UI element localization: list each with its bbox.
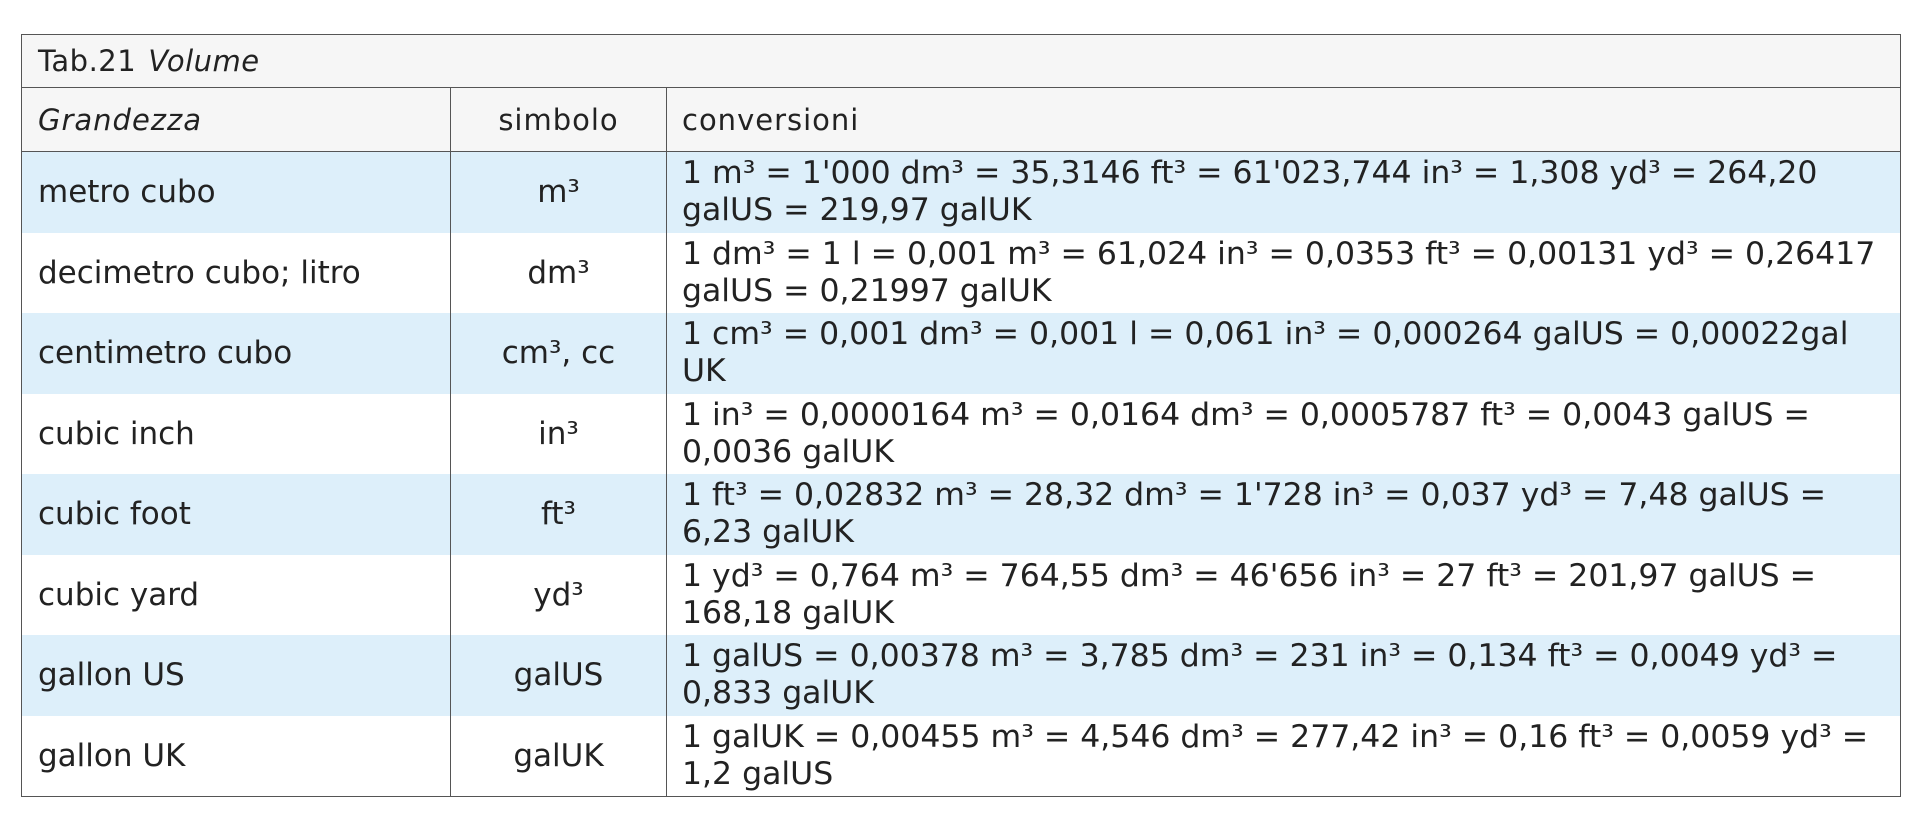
row-symbol: galUK bbox=[451, 715, 667, 796]
row-quantity: cubic foot bbox=[22, 474, 451, 555]
caption-prefix: Tab.21 bbox=[38, 44, 137, 78]
volume-table: Tab.21 Volume Grandezza simbolo conversi… bbox=[21, 34, 1901, 797]
table-caption: Tab.21 Volume bbox=[22, 35, 1900, 88]
row-quantity: gallon UK bbox=[22, 715, 451, 796]
row-conversions: 1 cm³ = 0,001 dm³ = 0,001 l = 0,061 in³ … bbox=[667, 313, 1900, 394]
row-quantity: metro cubo bbox=[22, 152, 451, 233]
header-symbol: simbolo bbox=[451, 88, 667, 152]
row-conversions: 1 in³ = 0,0000164 m³ = 0,0164 dm³ = 0,00… bbox=[682, 396, 1810, 470]
row-conversions: 1 dm³ = 1 l = 0,001 m³ = 61,024 in³ = 0,… bbox=[682, 235, 1876, 309]
header-quantity: Grandezza bbox=[22, 88, 451, 152]
caption-title: Volume bbox=[148, 44, 260, 78]
header-conversions: conversioni bbox=[667, 88, 1900, 152]
row-quantity: cubic yard bbox=[22, 554, 451, 635]
row-quantity: centimetro cubo bbox=[22, 313, 451, 394]
row-conversions: 1 ft³ = 0,02832 m³ = 28,32 dm³ = 1'728 i… bbox=[667, 474, 1900, 555]
row-symbol: cm³, cc bbox=[451, 313, 667, 394]
row-symbol: dm³ bbox=[451, 232, 667, 313]
row-symbol: m³ bbox=[451, 152, 667, 233]
row-quantity: cubic inch bbox=[22, 393, 451, 474]
row-symbol: in³ bbox=[451, 393, 667, 474]
row-conversions: 1 galUS = 0,00378 m³ = 3,785 dm³ = 231 i… bbox=[667, 635, 1900, 716]
row-conversions: 1 yd³ = 0,764 m³ = 764,55 dm³ = 46'656 i… bbox=[682, 557, 1817, 631]
row-conversions: 1 galUK = 0,00455 m³ = 4,546 dm³ = 277,4… bbox=[682, 718, 1869, 792]
row-symbol: ft³ bbox=[451, 474, 667, 555]
row-symbol: yd³ bbox=[451, 554, 667, 635]
table-grid: Grandezza simbolo conversioni metro cubo… bbox=[22, 88, 1900, 796]
row-conversions: 1 m³ = 1'000 dm³ = 35,3146 ft³ = 61'023,… bbox=[667, 152, 1900, 233]
row-symbol: galUS bbox=[451, 635, 667, 716]
row-quantity: gallon US bbox=[22, 635, 451, 716]
row-quantity: decimetro cubo; litro bbox=[22, 232, 451, 313]
